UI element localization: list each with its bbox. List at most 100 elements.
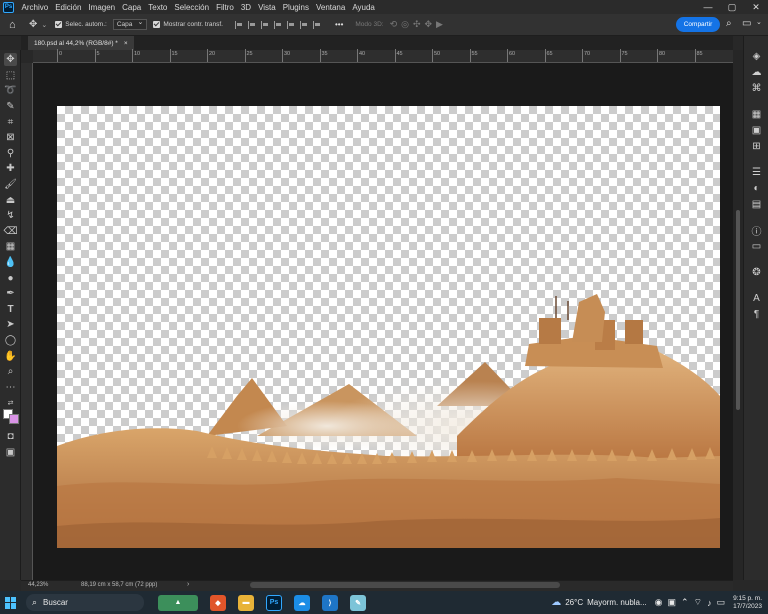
- align-left-icon[interactable]: [234, 20, 243, 29]
- chevron-up-icon[interactable]: ⌃: [681, 597, 689, 608]
- hand-tool-icon[interactable]: ✋: [4, 350, 17, 363]
- eyedropper-tool-icon[interactable]: ⚲: [4, 147, 17, 160]
- edit-toolbar-icon[interactable]: ⋯: [4, 381, 17, 394]
- menu-imagen[interactable]: Imagen: [85, 3, 119, 12]
- align-right-icon[interactable]: [260, 20, 269, 29]
- path-select-tool-icon[interactable]: ➤: [4, 318, 17, 331]
- menu-ayuda[interactable]: Ayuda: [349, 3, 379, 12]
- align-bottom-icon[interactable]: [299, 20, 308, 29]
- info-icon[interactable]: ⓘ: [750, 224, 763, 238]
- vertical-scroll-thumb[interactable]: [736, 210, 740, 410]
- horizontal-scroll-thumb[interactable]: [250, 582, 560, 588]
- menu-seleccion[interactable]: Selección: [171, 3, 213, 12]
- photoshop-taskbar-icon[interactable]: Ps: [266, 594, 282, 611]
- cloud-app-icon[interactable]: ☁: [294, 594, 310, 611]
- move-tool-icon[interactable]: ✥: [4, 53, 17, 66]
- align-top-icon[interactable]: [273, 20, 282, 29]
- layers-icon[interactable]: ◈: [750, 50, 763, 63]
- document-canvas[interactable]: [57, 106, 720, 548]
- volume-icon[interactable]: ♪: [707, 598, 712, 608]
- show-transform-checkbox[interactable]: [153, 21, 161, 28]
- clone-stamp-tool-icon[interactable]: ⏏: [4, 194, 17, 207]
- healing-brush-tool-icon[interactable]: ✚: [4, 162, 17, 175]
- share-button[interactable]: Compartir: [676, 17, 720, 32]
- 3d-icon[interactable]: ❂: [750, 266, 763, 279]
- file-explorer-icon[interactable]: ▬: [238, 594, 254, 611]
- menu-texto[interactable]: Texto: [145, 3, 171, 12]
- history-brush-tool-icon[interactable]: ↯: [4, 209, 17, 222]
- paragraph-icon[interactable]: ¶: [750, 308, 763, 321]
- swap-colors-icon[interactable]: ⇄: [4, 396, 17, 409]
- color-icon[interactable]: ▣: [750, 124, 763, 137]
- show-transform-option[interactable]: Mostrar contr. transf.: [153, 21, 223, 28]
- wifi-icon[interactable]: ⌔: [694, 597, 702, 608]
- crop-tool-icon[interactable]: ⌗: [4, 116, 17, 129]
- weather-temp[interactable]: 26°C: [565, 598, 583, 607]
- dodge-tool-icon[interactable]: ●: [4, 272, 17, 285]
- canvas-workspace[interactable]: [33, 63, 733, 580]
- discord-icon[interactable]: ◉: [655, 597, 663, 608]
- type-tool-icon[interactable]: T: [4, 303, 17, 316]
- widget-game-icon[interactable]: ▲: [158, 594, 198, 611]
- menu-capa[interactable]: Capa: [119, 3, 145, 12]
- brave-browser-icon[interactable]: ◆: [210, 594, 226, 611]
- menu-3d[interactable]: 3D: [237, 3, 254, 12]
- menu-edicion[interactable]: Edición: [52, 3, 85, 12]
- status-arrow-icon[interactable]: ›: [187, 581, 189, 588]
- align-center-icon[interactable]: [247, 20, 256, 29]
- channels-icon[interactable]: ▤: [750, 198, 763, 211]
- weather-icon[interactable]: ☁: [551, 597, 561, 608]
- adjustments-icon[interactable]: ☰: [750, 166, 763, 179]
- align-middle-icon[interactable]: [286, 20, 295, 29]
- distribute-icon[interactable]: [312, 20, 321, 29]
- libraries-icon[interactable]: ◐: [750, 182, 763, 195]
- pen-tool-icon[interactable]: ✒: [4, 287, 17, 300]
- more-options-icon[interactable]: •••: [335, 20, 343, 29]
- menu-filtro[interactable]: Filtro: [213, 3, 238, 12]
- windows-start-icon[interactable]: [5, 596, 17, 609]
- comments-icon[interactable]: ▭: [750, 240, 763, 253]
- maximize-icon[interactable]: ▢: [720, 0, 744, 14]
- zoom-level[interactable]: 44,23%: [28, 582, 48, 588]
- move-tool-icon[interactable]: ✥: [29, 19, 37, 30]
- blur-tool-icon[interactable]: 💧: [4, 256, 17, 269]
- properties-icon[interactable]: ☁: [750, 66, 763, 79]
- taskbar-search[interactable]: ⌕ Buscar: [26, 594, 144, 611]
- paths-icon[interactable]: ⌘: [750, 82, 763, 95]
- quick-mask-icon[interactable]: ◘: [4, 430, 17, 443]
- vscode-icon[interactable]: ⟩: [322, 594, 338, 611]
- battery-icon[interactable]: ▭: [717, 597, 726, 608]
- layer-select[interactable]: Capa: [112, 18, 148, 30]
- shape-tool-icon[interactable]: ◯: [4, 334, 17, 347]
- chevron-down-icon[interactable]: ⌄: [41, 21, 47, 29]
- zoom-tool-icon[interactable]: ⌕: [4, 365, 17, 378]
- swatches-icon[interactable]: ▦: [750, 108, 763, 121]
- taskbar-clock[interactable]: 9:15 p. m. 17/7/2023: [733, 595, 762, 611]
- eraser-tool-icon[interactable]: ⌫: [3, 225, 17, 238]
- weather-text[interactable]: Mayorm. nubla...: [587, 598, 647, 607]
- screen-mode-icon[interactable]: ▣: [4, 446, 17, 459]
- menu-archivo[interactable]: Archivo: [18, 3, 52, 12]
- document-tab[interactable]: 180.psd al 44,2% (RGB/8#) * ×: [28, 36, 134, 50]
- quick-select-tool-icon[interactable]: ✎: [4, 100, 17, 113]
- character-icon[interactable]: A: [750, 292, 763, 305]
- notes-app-icon[interactable]: ✎: [350, 594, 366, 611]
- gradient-tool-icon[interactable]: ▦: [4, 240, 17, 253]
- tray-app-icon[interactable]: ▣: [668, 597, 677, 608]
- close-tab-icon[interactable]: ×: [124, 40, 128, 47]
- menu-vista[interactable]: Vista: [255, 3, 280, 12]
- auto-select-checkbox[interactable]: [55, 21, 63, 28]
- background-color-swatch[interactable]: [9, 414, 19, 424]
- workspace-chevron-icon[interactable]: ⌄: [756, 18, 762, 26]
- workspace-icon[interactable]: ▭: [742, 18, 751, 29]
- patterns-icon[interactable]: ⊞: [750, 140, 763, 153]
- lasso-tool-icon[interactable]: ➰: [4, 84, 17, 97]
- menu-plugins[interactable]: Plugins: [279, 3, 312, 12]
- auto-select-option[interactable]: Selec. autom.:: [55, 21, 107, 28]
- search-icon[interactable]: ⌕: [726, 18, 732, 29]
- minimize-icon[interactable]: —: [696, 0, 720, 14]
- frame-tool-icon[interactable]: ⊠: [4, 131, 17, 144]
- home-icon[interactable]: ⌂: [9, 19, 23, 31]
- menu-ventana[interactable]: Ventana: [312, 3, 348, 12]
- marquee-tool-icon[interactable]: ⬚: [4, 69, 17, 82]
